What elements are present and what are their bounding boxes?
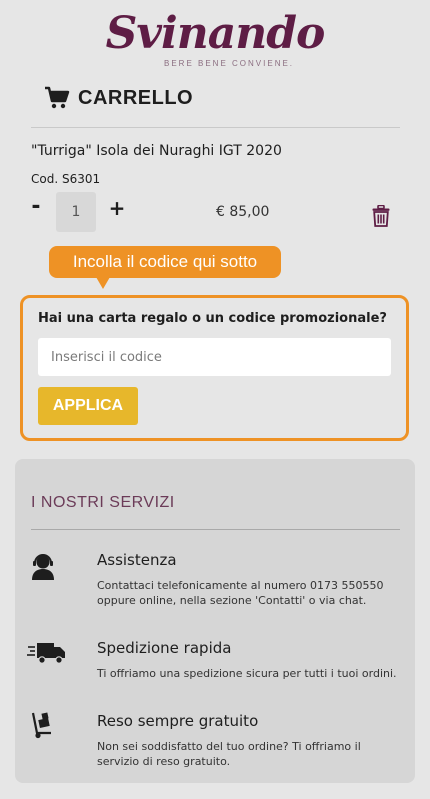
brand-name: Svinando <box>105 8 326 59</box>
delivery-truck-icon <box>27 643 65 664</box>
quantity-field[interactable]: 1 <box>56 192 96 232</box>
product-price: € 85,00 <box>216 204 270 220</box>
product-name[interactable]: "Turriga" Isola dei Nuraghi IGT 2020 <box>31 143 282 159</box>
promo-tooltip: Incolla il codice qui sotto <box>49 246 281 278</box>
apply-button[interactable]: APPLICA <box>38 387 138 425</box>
promo-title: Hai una carta regalo o un codice promozi… <box>38 311 387 326</box>
service-title-shipping: Spedizione rapida <box>97 639 232 657</box>
brand-logo[interactable]: Svinando BERE BENE CONVIENE. <box>0 6 430 68</box>
cart-title: CARRELLO <box>78 86 194 109</box>
trash-icon[interactable] <box>372 205 390 227</box>
divider <box>31 529 400 530</box>
promo-code-input[interactable] <box>38 338 391 376</box>
product-code: Cod. S6301 <box>31 172 101 186</box>
tooltip-arrow <box>96 277 110 289</box>
promo-code-box: Hai una carta regalo o un codice promozi… <box>20 295 409 441</box>
divider <box>31 127 400 128</box>
service-title-support: Assistenza <box>97 551 177 569</box>
brand-tagline: BERE BENE CONVIENE. <box>164 59 295 68</box>
service-text-support: Contattaci telefonicamente al numero 017… <box>97 579 384 607</box>
hand-truck-icon <box>31 712 51 739</box>
support-agent-icon <box>32 554 54 580</box>
services-title: I NOSTRI SERVIZI <box>31 494 175 511</box>
services-panel: I NOSTRI SERVIZI Assistenza Contattaci t… <box>15 459 415 783</box>
quantity-decrease-button[interactable]: - <box>26 194 46 219</box>
cart-icon <box>45 86 70 109</box>
cart-header: CARRELLO <box>44 86 193 110</box>
service-text-returns: Non sei soddisfatto del tuo ordine? Ti o… <box>97 740 361 768</box>
quantity-increase-button[interactable]: + <box>106 196 128 220</box>
service-text-shipping: Ti offriamo una spedizione sicura per tu… <box>97 667 397 680</box>
service-title-returns: Reso sempre gratuito <box>97 712 259 730</box>
